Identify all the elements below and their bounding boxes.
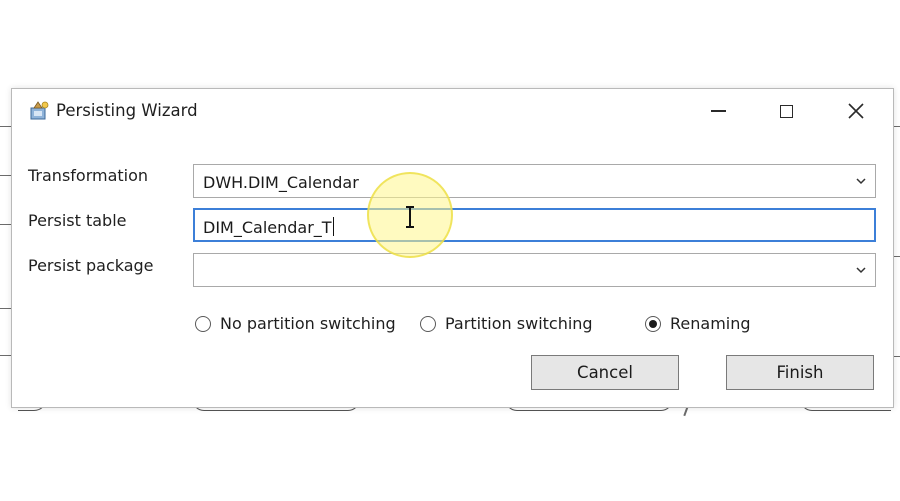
radio-no-partition-switching[interactable]: No partition switching xyxy=(195,314,396,333)
minimize-button[interactable] xyxy=(694,89,742,133)
persist-package-label: Persist package xyxy=(28,256,154,275)
radio-circle xyxy=(420,315,436,332)
finish-button[interactable]: Finish xyxy=(726,355,874,390)
persisting-wizard-dialog: Persisting Wizard Transformation DWH.DIM… xyxy=(11,88,894,408)
persist-package-select[interactable] xyxy=(193,253,876,287)
transformation-select[interactable]: DWH.DIM_Calendar xyxy=(193,164,876,198)
text-caret xyxy=(332,217,335,236)
persist-table-value: DIM_Calendar_T xyxy=(203,218,332,237)
cancel-button[interactable]: Cancel xyxy=(531,355,679,390)
minimize-icon xyxy=(710,110,726,112)
radio-partition-switching[interactable]: Partition switching xyxy=(420,314,593,333)
radio-label: Partition switching xyxy=(445,314,593,333)
persist-table-label: Persist table xyxy=(28,211,127,230)
chevron-down-icon xyxy=(856,178,866,185)
maximize-button[interactable] xyxy=(762,89,810,133)
chevron-down-icon xyxy=(856,267,866,274)
radio-circle-selected xyxy=(645,315,661,332)
title-bar[interactable]: Persisting Wizard xyxy=(12,89,893,133)
radio-label: No partition switching xyxy=(220,314,396,333)
close-icon xyxy=(848,103,864,119)
transformation-label: Transformation xyxy=(28,166,149,185)
radio-renaming[interactable]: Renaming xyxy=(645,314,751,333)
radio-label: Renaming xyxy=(670,314,751,333)
wizard-app-icon xyxy=(30,101,49,120)
transformation-value: DWH.DIM_Calendar xyxy=(203,173,359,192)
radio-circle xyxy=(195,315,211,332)
maximize-icon xyxy=(779,104,793,118)
close-button[interactable] xyxy=(832,89,880,133)
dialog-title: Persisting Wizard xyxy=(56,101,198,120)
radio-dot xyxy=(649,319,657,328)
persist-table-input[interactable]: DIM_Calendar_T xyxy=(193,208,876,242)
